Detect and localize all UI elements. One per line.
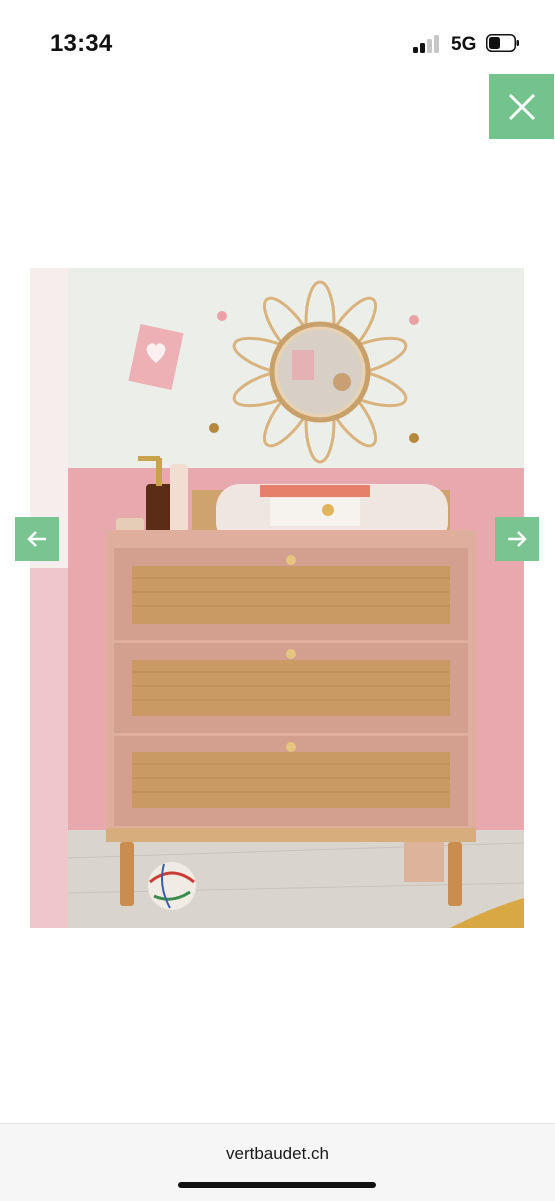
status-time: 13:34 — [50, 30, 113, 57]
status-bar: 13:34 5G — [0, 0, 555, 80]
url-domain[interactable]: vertbaudet.ch — [0, 1144, 555, 1164]
battery-icon — [486, 34, 520, 52]
close-icon — [508, 93, 535, 120]
arrow-right-icon — [508, 531, 527, 547]
arrow-left-icon — [27, 531, 46, 547]
previous-image-button[interactable] — [15, 517, 59, 561]
network-type: 5G — [451, 34, 477, 55]
home-indicator[interactable] — [178, 1182, 376, 1188]
close-button[interactable] — [489, 74, 554, 139]
signal-strength-icon — [413, 35, 443, 53]
product-image — [30, 268, 524, 928]
next-image-button[interactable] — [495, 517, 539, 561]
browser-bottom-bar: vertbaudet.ch — [0, 1123, 555, 1201]
